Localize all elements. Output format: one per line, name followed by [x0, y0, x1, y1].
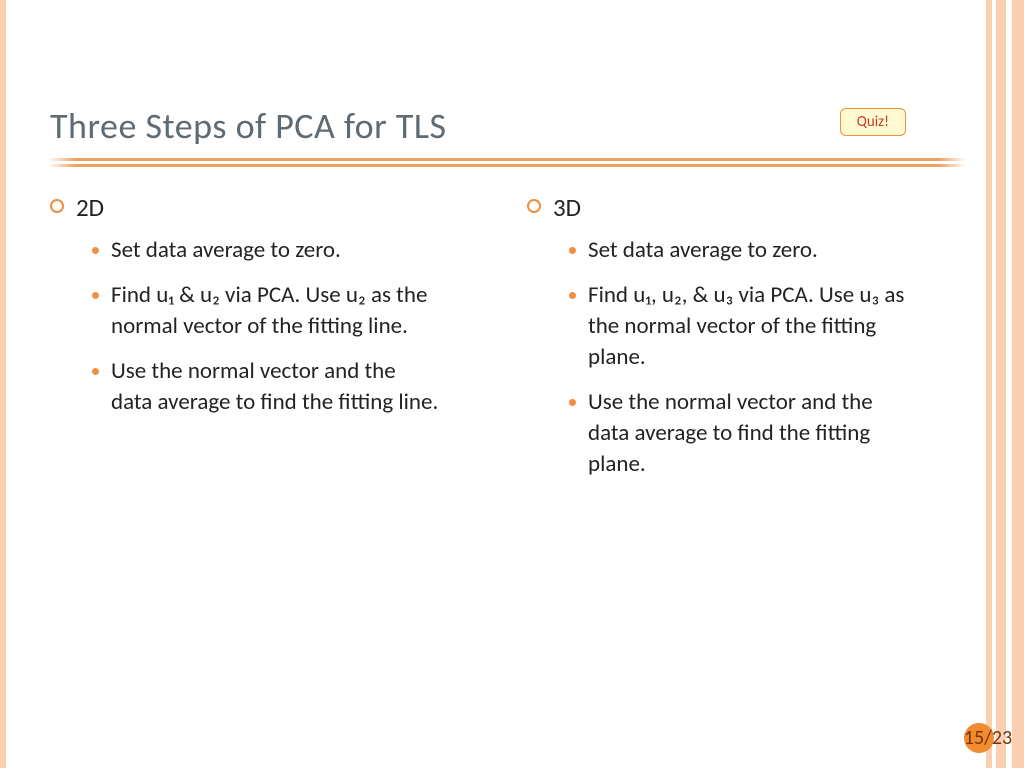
list-heading: 3D: [527, 192, 964, 223]
slide-title: Three Steps of PCA for TLS: [50, 104, 964, 148]
content-area: Three Steps of PCA for TLS 2D Set data a…: [50, 104, 964, 494]
sub-list: Set data average to zero. Find u₁ & u₂ v…: [92, 235, 487, 418]
list-item: Use the normal vector and the data avera…: [92, 356, 487, 418]
column-right: 3D Set data average to zero. Find u₁, u₂…: [527, 192, 964, 494]
item-text: Use the normal vector and the data avera…: [588, 387, 918, 480]
item-text: Find u₁ & u₂ via PCA. Use u₂ as the norm…: [111, 280, 441, 342]
page-sep: /: [984, 726, 992, 750]
decor-rail: [996, 0, 1006, 768]
ring-bullet-icon: [527, 199, 541, 213]
list-heading: 2D: [50, 192, 487, 223]
column-left: 2D Set data average to zero. Find u₁ & u…: [50, 192, 487, 494]
ring-bullet-icon: [50, 199, 64, 213]
heading-text: 2D: [76, 192, 104, 223]
item-text: Set data average to zero.: [588, 235, 818, 266]
dot-bullet-icon: [92, 247, 99, 254]
list-item: Set data average to zero.: [92, 235, 487, 266]
page-total: 23: [992, 726, 1012, 750]
item-text: Use the normal vector and the data avera…: [111, 356, 441, 418]
sub-list: Set data average to zero. Find u₁, u₂, &…: [569, 235, 964, 480]
item-text: Set data average to zero.: [111, 235, 341, 266]
item-text: Find u₁, u₂, & u₃ via PCA. Use u₃ as the…: [588, 280, 918, 373]
title-divider: [50, 158, 964, 170]
dot-bullet-icon: [569, 399, 576, 406]
decor-rail-left: [0, 0, 6, 768]
list-item: Use the normal vector and the data avera…: [569, 387, 964, 480]
page-current: 15: [964, 726, 984, 750]
dot-bullet-icon: [569, 247, 576, 254]
heading-text: 3D: [553, 192, 581, 223]
list-item: Find u₁ & u₂ via PCA. Use u₂ as the norm…: [92, 280, 487, 342]
dot-bullet-icon: [92, 292, 99, 299]
page-number: 15/23: [960, 716, 1016, 760]
slide: Quiz! Three Steps of PCA for TLS 2D Set …: [0, 0, 1024, 768]
dot-bullet-icon: [92, 368, 99, 375]
page-number-text: 15/23: [964, 726, 1012, 750]
columns: 2D Set data average to zero. Find u₁ & u…: [50, 192, 964, 494]
list-item: Find u₁, u₂, & u₃ via PCA. Use u₃ as the…: [569, 280, 964, 373]
decor-rail: [1012, 0, 1024, 768]
list-item: Set data average to zero.: [569, 235, 964, 266]
dot-bullet-icon: [569, 292, 576, 299]
